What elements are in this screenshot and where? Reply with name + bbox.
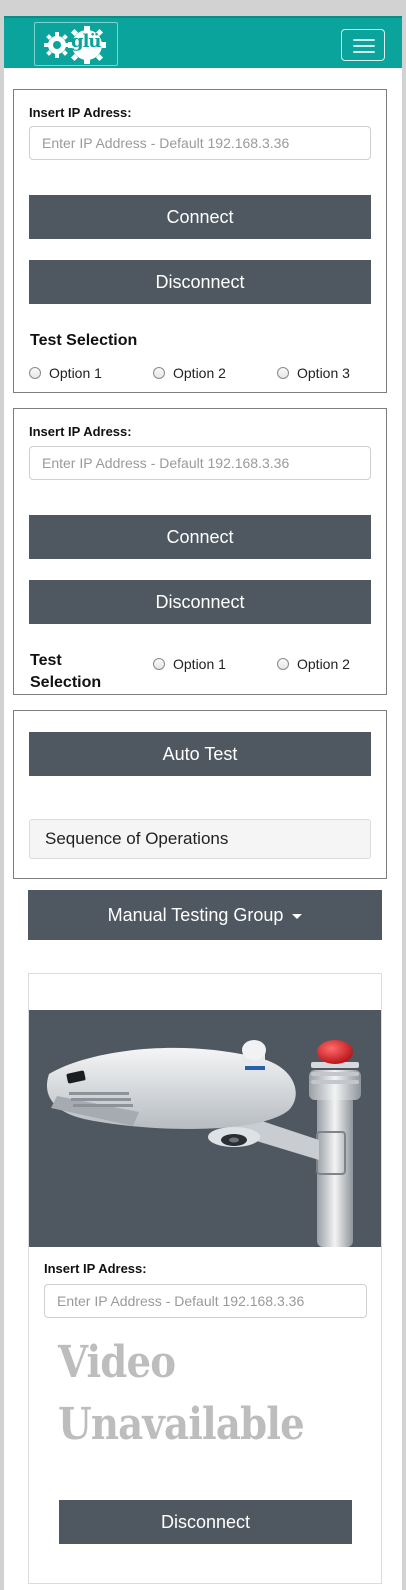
caret-down-icon <box>292 913 303 919</box>
manual-testing-group-label: Manual Testing Group <box>107 905 284 925</box>
radio-option-3[interactable]: Option 3 <box>277 365 350 381</box>
radio-label: Option 2 <box>173 365 226 381</box>
connection-panel-2: Insert IP Adress: Connect Disconnect Tes… <box>13 408 387 695</box>
menu-toggle-button[interactable] <box>341 29 385 61</box>
radio-icon <box>29 367 41 379</box>
radio-label: Option 2 <box>297 656 350 672</box>
ip-address-input[interactable] <box>29 446 371 480</box>
radio-option-2[interactable]: Option 2 <box>153 365 226 381</box>
ip-label: Insert IP Adress: <box>29 105 132 120</box>
logo-text: glü <box>71 31 101 52</box>
menu-icon-bar <box>353 39 375 41</box>
brand-logo[interactable]: glü <box>34 22 118 66</box>
top-navbar: glü <box>4 16 402 68</box>
radio-label: Option 3 <box>297 365 350 381</box>
ip-address-input[interactable] <box>44 1284 367 1318</box>
test-selection-title-line2: Selection <box>30 674 102 691</box>
radio-icon <box>277 367 289 379</box>
street-light-camera-image <box>29 1010 381 1247</box>
menu-icon-bar <box>353 51 375 53</box>
street-light-illustration <box>46 1040 361 1247</box>
radio-label: Option 1 <box>173 656 226 672</box>
video-unavailable-line2: Unavailable <box>58 1399 305 1450</box>
test-selection-title: Test Selection <box>30 332 138 349</box>
radio-option-1[interactable]: Option 1 <box>153 656 226 672</box>
sequence-of-operations-box[interactable]: Sequence of Operations <box>29 819 371 859</box>
radio-icon <box>153 367 165 379</box>
connect-button[interactable]: Connect <box>29 195 371 239</box>
radio-icon <box>277 658 289 670</box>
ip-label: Insert IP Adress: <box>44 1261 147 1276</box>
auto-test-button[interactable]: Auto Test <box>29 732 371 776</box>
disconnect-button[interactable]: Disconnect <box>29 580 371 624</box>
disconnect-button[interactable]: Disconnect <box>59 1500 352 1544</box>
ip-address-input[interactable] <box>29 126 371 160</box>
radio-option-2[interactable]: Option 2 <box>277 656 350 672</box>
menu-icon-bar <box>353 45 375 47</box>
manual-testing-group-dropdown[interactable]: Manual Testing Group <box>28 890 382 940</box>
test-selection-title: Test Selection <box>30 650 101 694</box>
connection-panel-1: Insert IP Adress: Connect Disconnect Tes… <box>13 89 387 393</box>
ip-label: Insert IP Adress: <box>29 424 132 439</box>
radio-icon <box>153 658 165 670</box>
radio-label: Option 1 <box>49 365 102 381</box>
disconnect-button[interactable]: Disconnect <box>29 260 371 304</box>
test-selection-title-line1: Test <box>30 652 62 669</box>
device-card: Insert IP Adress: Video Unavailable Disc… <box>28 973 382 1584</box>
auto-test-panel: Auto Test Sequence of Operations <box>13 710 387 879</box>
video-unavailable-line1: Video <box>58 1337 176 1388</box>
radio-option-1[interactable]: Option 1 <box>29 365 102 381</box>
connect-button[interactable]: Connect <box>29 515 371 559</box>
